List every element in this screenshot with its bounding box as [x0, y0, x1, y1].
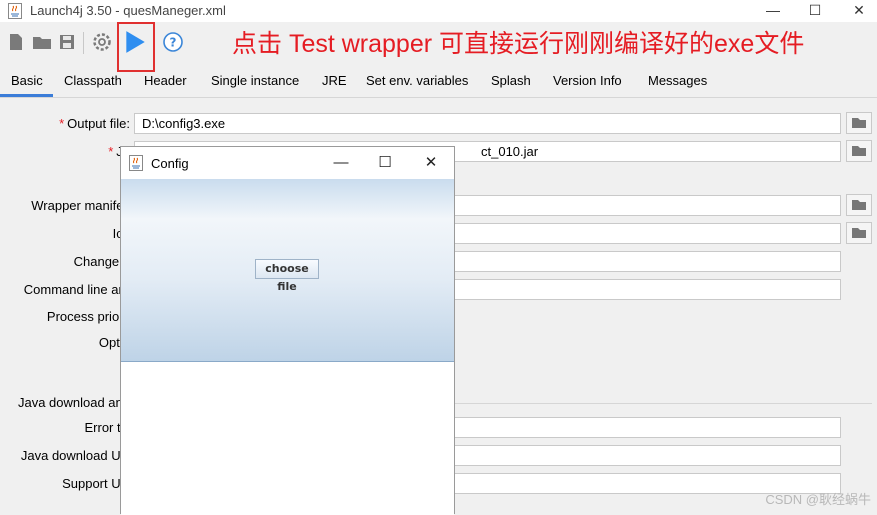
dialog-maximize-button[interactable]: ☐ — [363, 147, 407, 179]
icon-browse-button[interactable] — [846, 222, 872, 244]
folder-icon — [852, 146, 866, 156]
command-line-label-row: Command line arg — [0, 282, 130, 302]
tab-bar: Basic Classpath Header Single instance J… — [0, 66, 877, 98]
tab-messages[interactable]: Messages — [648, 73, 707, 88]
support-url-label-row: Support UR — [0, 476, 130, 496]
tab-classpath[interactable]: Classpath — [64, 73, 122, 88]
toolbar-separator — [83, 32, 84, 54]
tab-single-instance[interactable]: Single instance — [211, 73, 299, 88]
jar-browse-button[interactable] — [846, 140, 872, 162]
toolbar: ? 点击 Test wrapper 可直接运行刚刚编译好的exe文件 — [0, 22, 877, 72]
dialog-close-button[interactable]: ✕ — [409, 147, 453, 179]
help-icon[interactable]: ? — [161, 30, 185, 54]
folder-icon — [852, 200, 866, 210]
dialog-empty-area — [121, 362, 454, 515]
title-bar: Launch4j 3.50 - quesManeger.xml — ☐ ✕ — [0, 0, 877, 22]
dialog-minimize-button[interactable]: — — [319, 147, 363, 179]
config-dialog: Config — ☐ ✕ choose file — [120, 146, 455, 515]
svg-text:?: ? — [170, 36, 177, 50]
active-tab-indicator — [0, 94, 53, 97]
tab-basic[interactable]: Basic — [11, 73, 43, 88]
tab-version-info[interactable]: Version Info — [553, 73, 622, 88]
close-button[interactable]: ✕ — [840, 0, 877, 22]
required-marker: * — [59, 116, 65, 131]
settings-gear-icon[interactable] — [90, 30, 114, 54]
java-app-icon — [8, 3, 22, 19]
wrapper-manifest-browse-button[interactable] — [846, 194, 872, 216]
tab-header[interactable]: Header — [144, 73, 187, 88]
minimize-button[interactable]: — — [754, 0, 792, 22]
required-marker: * — [108, 144, 114, 159]
open-folder-icon[interactable] — [30, 30, 54, 54]
wrapper-manifest-label: Wrapper manifes — [31, 198, 130, 213]
folder-icon — [852, 228, 866, 238]
output-file-label-row: * Output file: — [0, 116, 130, 136]
window-title: Launch4j 3.50 - quesManeger.xml — [30, 3, 226, 18]
tab-jre[interactable]: JRE — [322, 73, 347, 88]
java-download-and-label-row: Java download and — [0, 395, 130, 415]
folder-icon — [852, 118, 866, 128]
output-file-label: * Output file: — [59, 116, 130, 131]
dialog-content-panel: choose file — [121, 179, 454, 362]
watermark: CSDN @耿经蜗牛 — [765, 492, 871, 507]
save-icon[interactable] — [55, 30, 79, 54]
java-download-url-label: Java download UR — [20, 448, 130, 463]
java-download-and-label: Java download and — [17, 395, 130, 410]
dialog-title-bar: Config — ☐ ✕ — [121, 147, 454, 179]
output-file-browse-button[interactable] — [846, 112, 872, 134]
change-dir-label-row: Change d — [0, 254, 130, 274]
process-priority-label-row: Process priorit — [0, 309, 130, 329]
java-app-icon — [129, 155, 143, 171]
dialog-title: Config — [151, 156, 189, 171]
tab-set-env-variables[interactable]: Set env. variables — [366, 73, 468, 88]
red-annotation-text: 点击 Test wrapper 可直接运行刚刚编译好的exe文件 — [232, 30, 805, 58]
command-line-args-label: Command line arg — [23, 282, 130, 297]
maximize-button[interactable]: ☐ — [796, 0, 834, 22]
process-priority-label: Process priorit — [46, 309, 130, 324]
test-wrapper-highlight — [117, 22, 155, 72]
choose-file-button[interactable]: choose file — [255, 259, 319, 293]
error-title-label-row: Error titl — [0, 420, 131, 440]
new-file-icon[interactable] — [4, 30, 28, 54]
jar-label-row: *Ja — [0, 144, 130, 164]
options-label-row: Optio — [0, 335, 130, 355]
section-separator — [455, 403, 872, 404]
java-download-url-label-row: Java download UR — [0, 448, 130, 468]
output-file-field[interactable]: D:\config3.exe — [134, 113, 841, 134]
icon-label-row: Ico — [0, 226, 130, 246]
tab-splash[interactable]: Splash — [491, 73, 531, 88]
wrapper-manifest-label-row: Wrapper manifes — [0, 198, 130, 218]
